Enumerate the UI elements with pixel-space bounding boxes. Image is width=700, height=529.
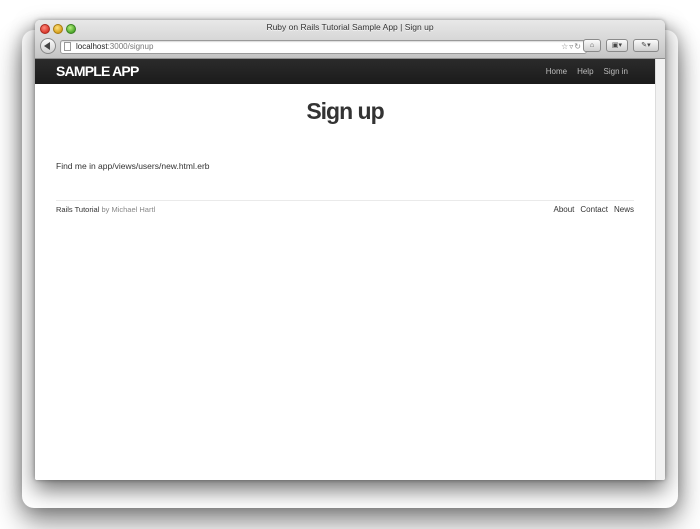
page-title: Sign up xyxy=(306,98,384,124)
nav-link-sign-in[interactable]: Sign in xyxy=(604,59,628,84)
url-host: localhost xyxy=(76,42,108,51)
footer-link-news[interactable]: News xyxy=(614,205,634,214)
page-body-text: Find me in app/views/users/new.html.erb xyxy=(56,161,210,171)
bookmarks-menu-button[interactable]: ✎▾ xyxy=(633,39,659,52)
nav-link-home[interactable]: Home xyxy=(546,59,567,84)
url-path: :3000/signup xyxy=(107,42,154,51)
tabs-icon: ▣▾ xyxy=(611,42,623,49)
page-content: Sign up Find me in app/views/users/new.h… xyxy=(35,84,655,480)
home-icon: ⌂ xyxy=(589,42,595,49)
footer-divider xyxy=(56,200,634,201)
back-button[interactable] xyxy=(40,38,56,54)
footer-brand-link[interactable]: Rails Tutorial xyxy=(56,205,99,214)
app-navbar: SAMPLE APP Home Help Sign in xyxy=(35,59,655,84)
nav-links: Home Help Sign in xyxy=(546,59,628,84)
vertical-scrollbar[interactable] xyxy=(655,59,665,480)
logo[interactable]: SAMPLE APP xyxy=(56,63,139,79)
footer-credit: Rails Tutorial by Michael Hartl xyxy=(56,205,155,214)
address-bar[interactable]: localhost:3000/signup ☆▿↻ xyxy=(60,40,587,54)
footer-links: About Contact News xyxy=(554,205,635,214)
nav-link-help[interactable]: Help xyxy=(577,59,593,84)
address-bar-icons: ☆▿↻ xyxy=(561,41,582,53)
browser-window: Ruby on Rails Tutorial Sample App | Sign… xyxy=(35,20,665,480)
footer-link-contact[interactable]: Contact xyxy=(580,205,608,214)
browser-chrome: Ruby on Rails Tutorial Sample App | Sign… xyxy=(35,20,665,59)
reload-icon[interactable]: ↻ xyxy=(574,42,582,51)
bookmarks-icon: ✎▾ xyxy=(641,42,651,49)
tab-overview-button[interactable]: ▣▾ xyxy=(606,39,628,52)
url-text[interactable]: localhost:3000/signup xyxy=(76,41,153,53)
back-arrow-icon xyxy=(44,42,50,50)
home-button[interactable]: ⌂ xyxy=(583,39,601,52)
page-icon xyxy=(64,42,71,51)
footer-link-about[interactable]: About xyxy=(554,205,575,214)
footer-author: by Michael Hartl xyxy=(101,205,156,214)
window-title: Ruby on Rails Tutorial Sample App | Sign… xyxy=(266,22,434,32)
